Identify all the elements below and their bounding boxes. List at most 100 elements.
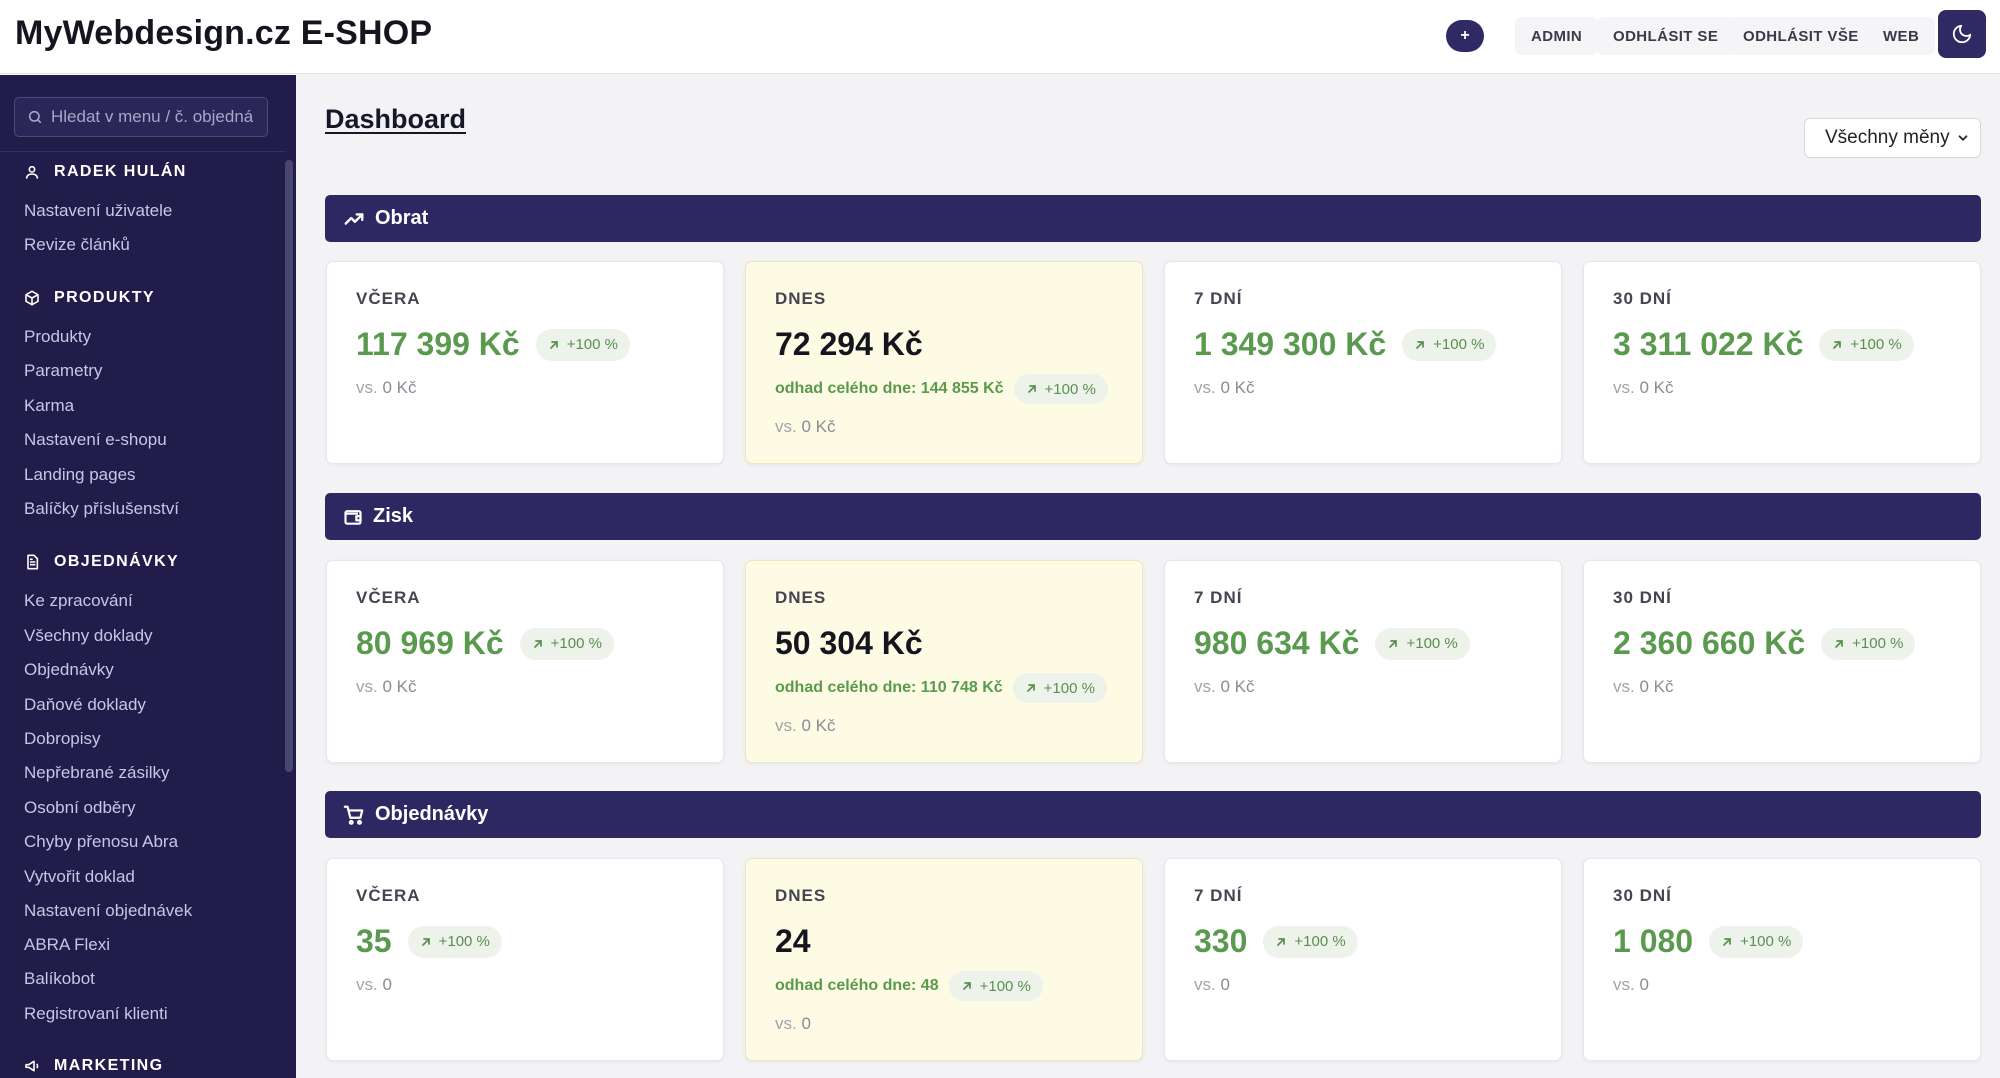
stat-value-text: 1 349 300 Kč: [1194, 326, 1387, 362]
arrow-up-right-icon: [962, 982, 971, 990]
change-value: +100 %: [1406, 635, 1458, 652]
vs-prefix: vs.: [1194, 378, 1216, 397]
vs-prefix: vs.: [1613, 975, 1635, 994]
change-badge: +100 %: [519, 627, 614, 660]
sidebar-item-parameters[interactable]: Parametry: [24, 361, 102, 381]
sidebar-section-title: MARKETING: [54, 1057, 164, 1074]
stat-card-revenue-30days: 30 DNÍ 3 311 022 Kč +100 % vs. 0 Kč: [1583, 261, 1981, 464]
sidebar-item-user-settings[interactable]: Nastavení uživatele: [24, 201, 172, 221]
stat-card-orders-7days: 7 DNÍ 330 +100 % vs. 0: [1164, 858, 1562, 1061]
day-estimate: odhad celého dne: 48 +100 %: [775, 971, 1043, 1001]
stat-value: 80 969 Kč +100 %: [356, 625, 614, 662]
comparison-text: vs. 0 Kč: [1613, 677, 1674, 697]
sidebar-section-user: RADEK HULÁN: [24, 163, 187, 181]
stat-label: VČERA: [356, 886, 421, 905]
menu-search[interactable]: [14, 97, 268, 137]
sidebar-item-unclaimed-parcels[interactable]: Nepřebrané zásilky: [24, 763, 170, 783]
vs-prefix: vs.: [1613, 677, 1635, 696]
change-value: +100 %: [979, 977, 1031, 995]
estimate-prefix: odhad celého dne:: [775, 977, 917, 994]
sidebar-item-personal-pickups[interactable]: Osobní odběry: [24, 798, 136, 818]
cart-icon: [343, 805, 364, 825]
change-badge: +100 %: [1012, 673, 1107, 703]
sidebar-item-abra-flexi[interactable]: ABRA Flexi: [24, 935, 110, 955]
sidebar-item-eshop-settings[interactable]: Nastavení e-shopu: [24, 430, 167, 450]
sidebar-section-title: OBJEDNÁVKY: [54, 553, 180, 570]
sidebar-item-credit-notes[interactable]: Dobropisy: [24, 729, 101, 749]
currency-select[interactable]: Všechny měny: [1804, 118, 1981, 158]
change-badge: +100 %: [1821, 627, 1916, 660]
change-value: +100 %: [1852, 635, 1904, 652]
stat-value-text: 330: [1194, 923, 1248, 959]
comparison-text: vs. 0: [775, 1014, 811, 1034]
stat-value-text: 50 304 Kč: [775, 625, 923, 661]
sidebar-item-landing-pages[interactable]: Landing pages: [24, 465, 136, 485]
comparison-text: vs. 0 Kč: [356, 378, 417, 398]
stat-card-orders-yesterday: VČERA 35 +100 % vs. 0: [326, 858, 724, 1061]
stat-label: 30 DNÍ: [1613, 588, 1672, 607]
search-input[interactable]: [51, 107, 261, 127]
sidebar-item-products[interactable]: Produkty: [24, 327, 91, 347]
stat-value-text: 1 080: [1613, 923, 1694, 959]
arrow-up-right-icon: [1833, 340, 1842, 349]
section-title: Zisk: [373, 505, 414, 527]
vs-value: 0: [801, 1014, 811, 1033]
sidebar-section-title: PRODUKTY: [54, 289, 155, 306]
arrow-up-right-icon: [533, 639, 542, 648]
sidebar-item-tax-documents[interactable]: Daňové doklady: [24, 695, 146, 715]
section-title: Objednávky: [375, 803, 489, 825]
change-value: +100 %: [1433, 336, 1485, 353]
vs-prefix: vs.: [356, 677, 378, 696]
web-link[interactable]: WEB: [1867, 17, 1936, 55]
sidebar-section-products: PRODUKTY: [24, 289, 155, 307]
logout-link[interactable]: ODHLÁSIT SE: [1597, 17, 1735, 55]
stat-card-orders-today: DNES 24 odhad celého dne: 48 +100 % vs. 0: [745, 858, 1143, 1061]
stat-label: 30 DNÍ: [1613, 886, 1672, 905]
change-badge: +100 %: [407, 925, 502, 958]
arrow-up-right-icon: [1027, 385, 1036, 393]
theme-toggle-button[interactable]: [1938, 10, 1986, 58]
vs-prefix: vs.: [356, 975, 378, 994]
comparison-text: vs. 0 Kč: [775, 417, 836, 437]
stat-card-revenue-7days: 7 DNÍ 1 349 300 Kč +100 % vs. 0 Kč: [1164, 261, 1562, 464]
sidebar-item-to-process[interactable]: Ke zpracování: [24, 591, 133, 611]
logout-all-link[interactable]: ODHLÁSIT VŠE: [1727, 17, 1875, 55]
brand-title[interactable]: MyWebdesign.cz E-SHOP: [15, 14, 432, 53]
stat-value: 117 399 Kč +100 %: [356, 326, 630, 363]
sidebar-item-create-document[interactable]: Vytvořit doklad: [24, 867, 135, 887]
change-value: +100 %: [438, 933, 490, 950]
sidebar-item-abra-errors[interactable]: Chyby přenosu Abra: [24, 832, 178, 852]
arrow-up-right-icon: [1416, 340, 1425, 349]
sidebar-item-article-revisions[interactable]: Revize článků: [24, 235, 130, 255]
change-badge: +100 %: [1819, 328, 1914, 361]
vs-value: 0 Kč: [1639, 677, 1674, 696]
arrow-up-right-icon: [1026, 684, 1035, 692]
stat-card-profit-yesterday: VČERA 80 969 Kč +100 % vs. 0 Kč: [326, 560, 724, 763]
sidebar-scrollbar[interactable]: [285, 160, 293, 772]
arrow-up-right-icon: [1277, 937, 1286, 946]
stat-card-revenue-today: DNES 72 294 Kč odhad celého dne: 144 855…: [745, 261, 1143, 464]
arrow-up-right-icon: [1723, 937, 1731, 946]
estimate-value: 110 748 Kč: [920, 679, 1003, 696]
sidebar-item-order-settings[interactable]: Nastavení objednávek: [24, 901, 192, 921]
stat-label: VČERA: [356, 289, 421, 308]
comparison-text: vs. 0 Kč: [1194, 677, 1255, 697]
page-title: Dashboard: [325, 104, 467, 134]
change-value: +100 %: [1850, 336, 1902, 353]
sidebar-item-all-documents[interactable]: Všechny doklady: [24, 626, 153, 646]
vs-value: 0 Kč: [382, 378, 417, 397]
document-icon: [27, 554, 39, 570]
stat-label: DNES: [775, 289, 827, 308]
arrow-up-right-icon: [549, 340, 558, 349]
vs-value: 0 Kč: [1220, 677, 1255, 696]
sidebar-item-balikobot[interactable]: Balíkobot: [24, 969, 95, 989]
sidebar-item-orders[interactable]: Objednávky: [24, 660, 114, 680]
sidebar-item-registered-clients[interactable]: Registrovaní klienti: [24, 1004, 168, 1024]
change-badge: +100 %: [1402, 328, 1497, 361]
admin-link[interactable]: ADMIN: [1515, 17, 1599, 55]
add-button[interactable]: +: [1446, 20, 1484, 52]
sidebar-item-karma[interactable]: Karma: [24, 396, 74, 416]
change-value: +100 %: [566, 336, 618, 353]
sidebar-section-orders: OBJEDNÁVKY: [24, 553, 179, 571]
sidebar-item-accessory-bundles[interactable]: Balíčky příslušenství: [24, 499, 179, 519]
